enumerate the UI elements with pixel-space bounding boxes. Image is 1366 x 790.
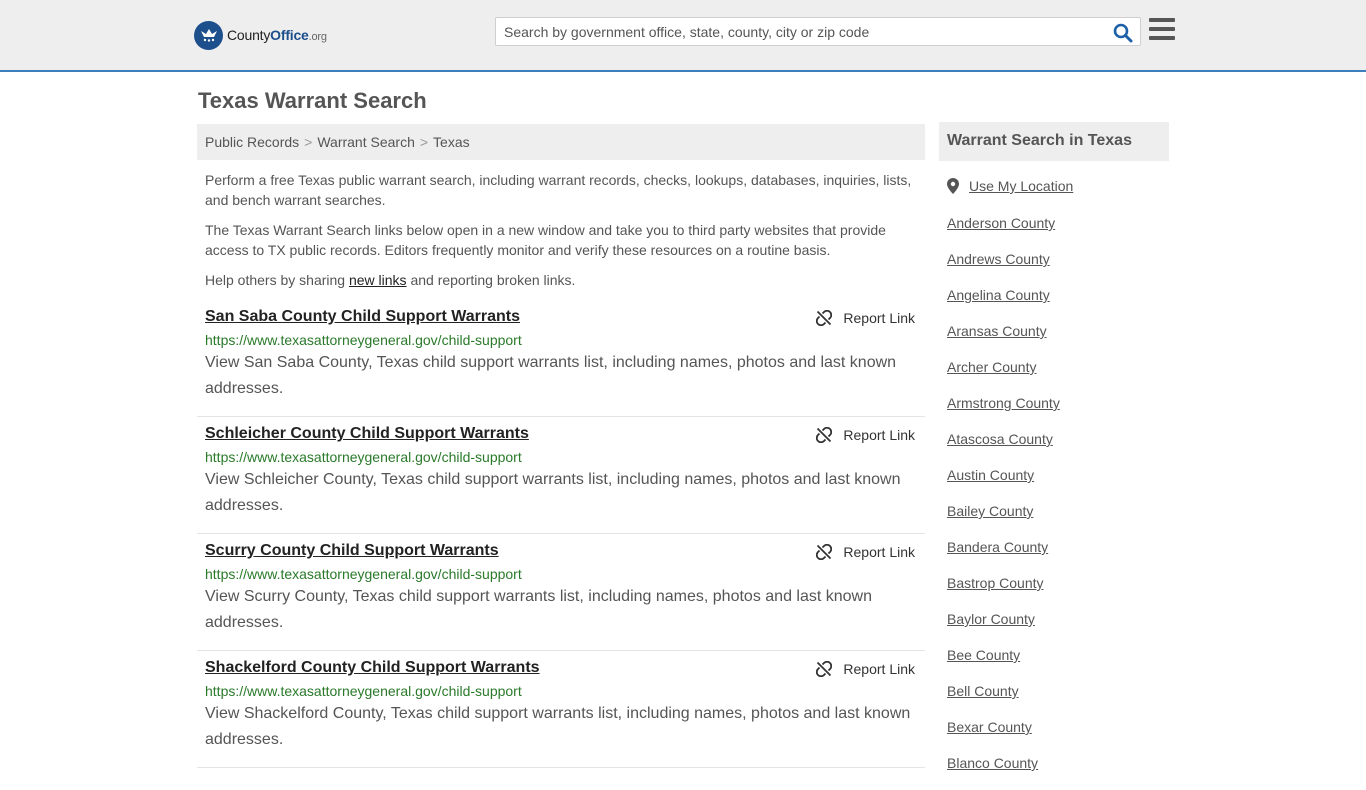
breadcrumb-texas[interactable]: Texas [433, 134, 470, 150]
county-link[interactable]: Anderson County [947, 214, 1060, 250]
logo-main: County [227, 27, 271, 43]
county-link[interactable]: Armstrong County [947, 394, 1060, 430]
county-link[interactable]: Angelina County [947, 286, 1060, 322]
search-input[interactable] [496, 18, 1096, 45]
result-title-link[interactable]: Schleicher County Child Support Warrants [205, 425, 529, 443]
county-link[interactable]: Andrews County [947, 250, 1060, 286]
result-url: https://www.texasattorneygeneral.gov/chi… [205, 566, 522, 582]
result-item: Shackelford County Child Support Warrant… [197, 651, 925, 768]
county-link[interactable]: Atascosa County [947, 430, 1060, 466]
result-item: Schleicher County Child Support Warrants… [197, 417, 925, 534]
broken-link-icon [816, 427, 833, 443]
report-link-button[interactable]: Report Link [816, 544, 915, 560]
map-pin-icon [947, 178, 959, 194]
report-link-button[interactable]: Report Link [816, 661, 915, 677]
result-description: View Shackelford County, Texas child sup… [205, 705, 911, 748]
search-box [495, 17, 1141, 46]
county-link[interactable]: Bexar County [947, 718, 1060, 754]
report-link-button[interactable]: Report Link [816, 427, 915, 443]
result-url: https://www.texasattorneygeneral.gov/chi… [205, 332, 522, 348]
breadcrumb-warrant-search[interactable]: Warrant Search [317, 134, 415, 150]
result-title-link[interactable]: San Saba County Child Support Warrants [205, 308, 520, 326]
broken-link-icon [816, 544, 833, 560]
intro-paragraph-1: Perform a free Texas public warrant sear… [205, 172, 912, 208]
intro-paragraph-3: Help others by sharing new links and rep… [205, 270, 917, 290]
report-link-button[interactable]: Report Link [816, 310, 915, 326]
county-list: Anderson County Andrews County Angelina … [947, 214, 1060, 790]
site-logo[interactable]: CountyOffice.org [194, 20, 327, 50]
site-header: CountyOffice.org [0, 0, 1366, 72]
county-link[interactable]: Archer County [947, 358, 1060, 394]
report-link-label: Report Link [843, 427, 915, 443]
county-link[interactable]: Aransas County [947, 322, 1060, 358]
logo-org: .org [308, 31, 327, 43]
menu-icon[interactable] [1149, 18, 1175, 42]
county-link[interactable]: Bell County [947, 682, 1060, 718]
eagle-seal-icon [194, 20, 223, 50]
county-link[interactable]: Baylor County [947, 610, 1060, 646]
use-my-location-link[interactable]: Use My Location [947, 178, 1073, 194]
county-link[interactable]: Bastrop County [947, 574, 1060, 610]
report-link-label: Report Link [843, 661, 915, 677]
breadcrumb: Public Records > Warrant Search > Texas [197, 124, 925, 160]
logo-office: Office [270, 27, 309, 43]
intro-text: and reporting broken links. [406, 272, 576, 288]
county-link[interactable]: Austin County [947, 466, 1060, 502]
new-links-link[interactable]: new links [349, 272, 407, 288]
breadcrumb-separator: > [304, 134, 313, 150]
broken-link-icon [816, 661, 833, 677]
breadcrumb-separator: > [419, 134, 429, 150]
county-link[interactable]: Blanco County [947, 754, 1060, 790]
report-link-label: Report Link [843, 310, 915, 326]
report-link-label: Report Link [843, 544, 915, 560]
county-link[interactable]: Bee County [947, 646, 1060, 682]
result-description: View San Saba County, Texas child suppor… [205, 354, 897, 397]
intro-paragraph-2: The Texas Warrant Search links below ope… [205, 222, 886, 258]
intro-text: Help others by sharing [205, 272, 349, 288]
use-my-location-label: Use My Location [969, 178, 1074, 194]
result-url: https://www.texasattorneygeneral.gov/chi… [205, 449, 522, 465]
result-title-link[interactable]: Scurry County Child Support Warrants [205, 542, 499, 560]
breadcrumb-public-records[interactable]: Public Records [205, 134, 299, 150]
result-item: Scurry County Child Support Warrants Rep… [197, 534, 925, 651]
result-url: https://www.texasattorneygeneral.gov/chi… [205, 683, 522, 699]
page-title: Texas Warrant Search [198, 88, 427, 113]
result-title-link[interactable]: Shackelford County Child Support Warrant… [205, 659, 540, 677]
county-link[interactable]: Bailey County [947, 502, 1060, 538]
result-description: View Schleicher County, Texas child supp… [205, 471, 901, 514]
broken-link-icon [816, 310, 833, 326]
result-description: View Scurry County, Texas child support … [205, 588, 872, 631]
search-icon[interactable] [1113, 23, 1133, 43]
county-link[interactable]: Bandera County [947, 538, 1060, 574]
result-item: San Saba County Child Support Warrants R… [197, 300, 925, 417]
logo-text: CountyOffice.org [227, 27, 327, 43]
sidebar-heading: Warrant Search in Texas [939, 122, 1169, 161]
